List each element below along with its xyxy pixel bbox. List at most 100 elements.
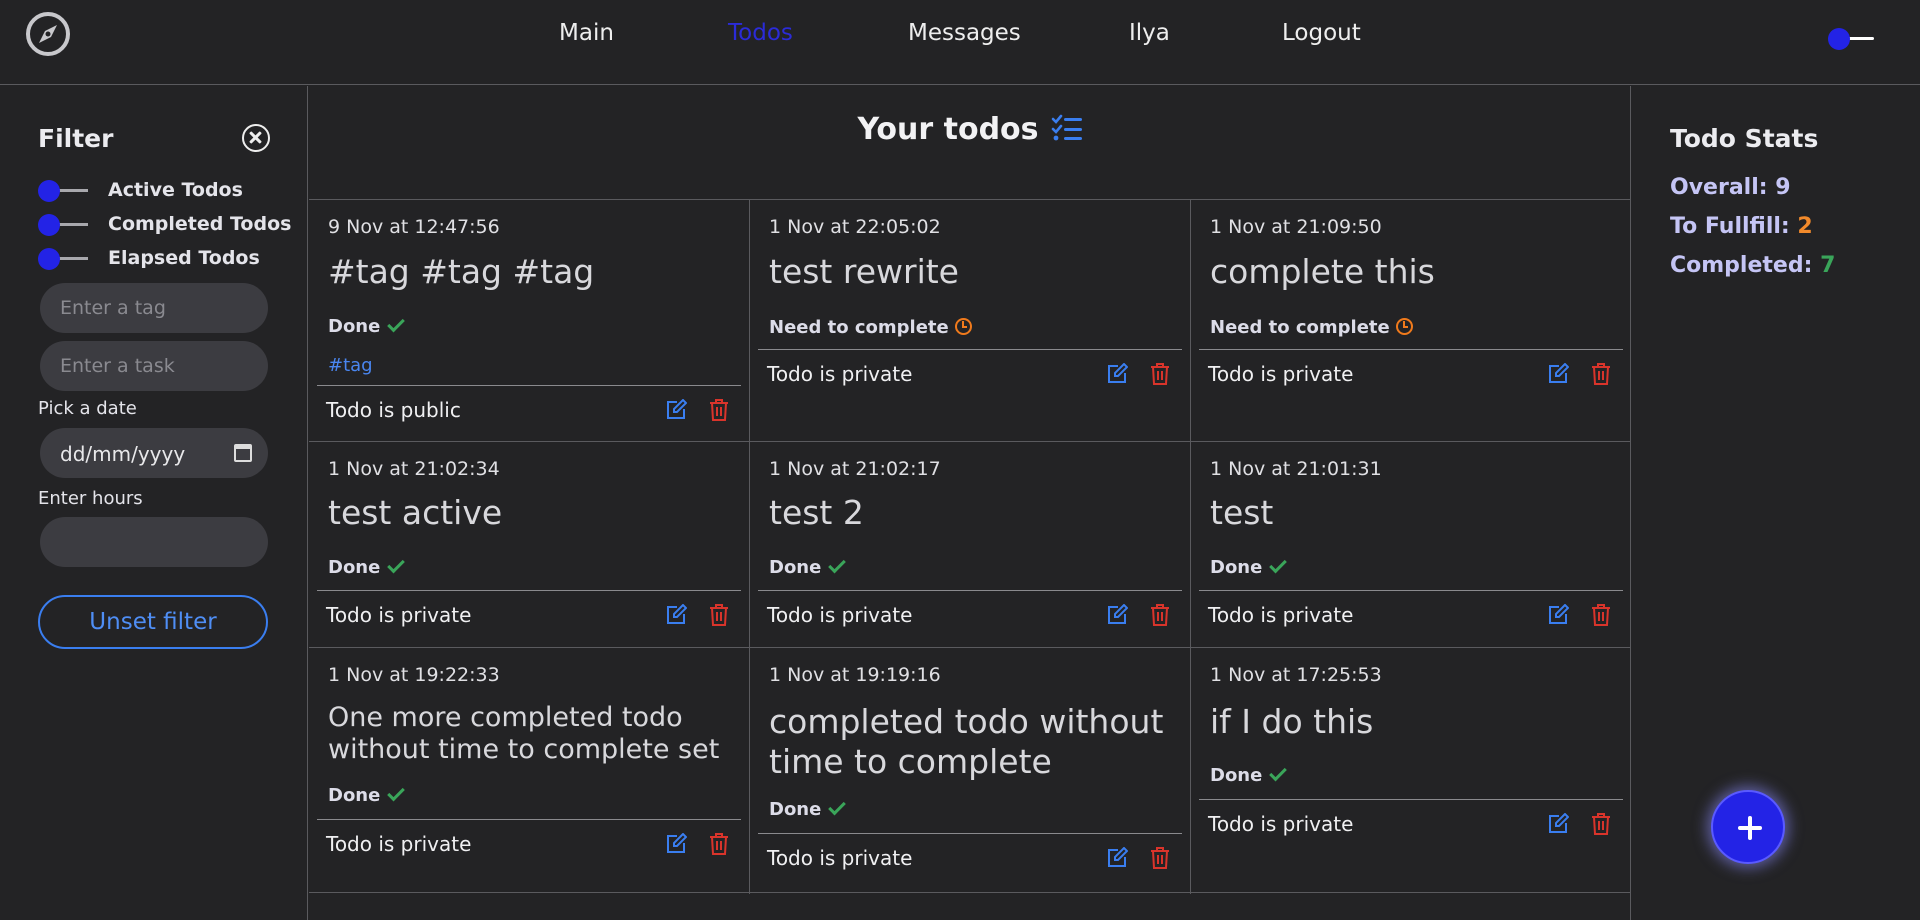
todo-status: Done — [769, 555, 847, 578]
add-todo-button[interactable] — [1711, 790, 1785, 864]
checklist-icon — [1051, 114, 1082, 140]
card-divider — [317, 590, 741, 591]
trash-icon[interactable] — [1150, 847, 1170, 869]
check-icon — [828, 797, 847, 816]
date-input-value: dd/mm/yyyy — [60, 442, 186, 466]
main-nav: Main Todos Messages Ilya Logout — [0, 20, 1920, 50]
edit-icon[interactable] — [665, 833, 687, 855]
todo-date: 1 Nov at 21:09:50 — [1210, 216, 1382, 238]
toggle-switch[interactable] — [38, 180, 92, 202]
trash-icon[interactable] — [1591, 604, 1611, 626]
card-divider — [758, 833, 1182, 834]
hours-input[interactable] — [40, 517, 268, 567]
trash-icon[interactable] — [1150, 604, 1170, 626]
edit-icon[interactable] — [1547, 604, 1569, 626]
nav-user-profile[interactable]: Ilya — [1129, 20, 1170, 46]
date-label: Pick a date — [38, 398, 137, 419]
calendar-icon[interactable] — [234, 444, 252, 462]
todo-title: test 2 — [769, 493, 864, 532]
switch-label: Active Todos — [108, 179, 243, 201]
todo-privacy: Todo is private — [326, 832, 472, 856]
edit-icon[interactable] — [665, 604, 687, 626]
theme-toggle-knob — [1828, 28, 1850, 50]
todo-privacy: Todo is private — [767, 603, 913, 627]
trash-icon[interactable] — [709, 399, 729, 421]
stat-fulfill-label: To Fullfill: — [1670, 214, 1790, 239]
todo-status-text: Done — [769, 557, 822, 578]
filter-sidebar: Filter Active Todos Completed Todos Elap… — [0, 86, 308, 920]
todos-main: Your todos 9 Nov at 12:47:56 #tag #tag #… — [309, 86, 1631, 920]
check-icon — [387, 314, 406, 333]
stat-completed-label: Completed: — [1670, 253, 1813, 278]
edit-icon[interactable] — [665, 399, 687, 421]
top-navbar: Main Todos Messages Ilya Logout — [0, 0, 1920, 85]
stat-overall-value: 9 — [1775, 175, 1791, 200]
todo-date: 1 Nov at 19:19:16 — [769, 664, 941, 686]
edit-icon[interactable] — [1106, 604, 1128, 626]
todo-date: 1 Nov at 17:25:53 — [1210, 664, 1382, 686]
todo-card[interactable]: 9 Nov at 12:47:56 #tag #tag #tag Done #t… — [309, 200, 750, 442]
stat-fulfill-value: 2 — [1797, 214, 1813, 239]
todo-card[interactable]: 1 Nov at 21:02:34 test active Done Todo … — [309, 442, 750, 648]
unset-filter-button[interactable]: Unset filter — [38, 595, 268, 649]
trash-icon[interactable] — [1591, 813, 1611, 835]
card-divider — [317, 385, 741, 386]
nav-todos[interactable]: Todos — [728, 20, 793, 46]
trash-icon[interactable] — [709, 604, 729, 626]
todo-title: test active — [328, 493, 503, 532]
edit-icon[interactable] — [1547, 813, 1569, 835]
todo-card[interactable]: 1 Nov at 19:19:16 completed todo without… — [750, 648, 1191, 894]
todo-title: complete this — [1210, 252, 1435, 291]
nav-main[interactable]: Main — [559, 20, 614, 46]
edit-icon[interactable] — [1106, 847, 1128, 869]
todo-status: Done — [328, 783, 406, 806]
trash-icon[interactable] — [1150, 363, 1170, 385]
todo-title: test — [1210, 493, 1274, 532]
date-input[interactable]: dd/mm/yyyy — [40, 428, 268, 478]
stats-title: Todo Stats — [1670, 124, 1819, 153]
close-filter-icon[interactable] — [242, 124, 270, 152]
edit-icon[interactable] — [1547, 363, 1569, 385]
check-icon — [828, 555, 847, 574]
todo-status-text: Done — [769, 799, 822, 820]
todo-card[interactable]: 1 Nov at 22:05:02 test rewrite Need to c… — [750, 200, 1191, 442]
todo-privacy: Todo is private — [1208, 362, 1354, 386]
todo-card[interactable]: 1 Nov at 17:25:53 if I do this Done Todo… — [1191, 648, 1631, 894]
todo-card[interactable]: 1 Nov at 21:09:50 complete this Need to … — [1191, 200, 1631, 442]
todo-date: 1 Nov at 22:05:02 — [769, 216, 941, 238]
todo-privacy: Todo is private — [767, 362, 913, 386]
switch-label: Elapsed Todos — [108, 247, 260, 269]
theme-toggle[interactable] — [1828, 27, 1884, 51]
stat-overall: Overall: 9 — [1670, 175, 1791, 200]
stat-to-fulfill: To Fullfill: 2 — [1670, 214, 1813, 239]
toggle-switch[interactable] — [38, 248, 92, 270]
todo-privacy: Todo is private — [1208, 812, 1354, 836]
todo-date: 1 Nov at 19:22:33 — [328, 664, 500, 686]
todo-status: Done — [769, 797, 847, 820]
todo-card[interactable]: 1 Nov at 21:02:17 test 2 Done Todo is pr… — [750, 442, 1191, 648]
task-input[interactable] — [40, 341, 268, 391]
edit-icon[interactable] — [1106, 363, 1128, 385]
todo-tag-link[interactable]: #tag — [328, 355, 373, 376]
trash-icon[interactable] — [709, 833, 729, 855]
switch-completed-todos[interactable]: Completed Todos — [38, 212, 298, 238]
todo-title: if I do this — [1210, 702, 1374, 741]
todo-date: 1 Nov at 21:02:17 — [769, 458, 941, 480]
switch-elapsed-todos[interactable]: Elapsed Todos — [38, 246, 298, 272]
card-divider — [317, 819, 741, 820]
switch-active-todos[interactable]: Active Todos — [38, 178, 298, 204]
check-icon — [1269, 555, 1288, 574]
todo-date: 1 Nov at 21:01:31 — [1210, 458, 1382, 480]
card-divider — [1199, 590, 1623, 591]
todo-title: completed todo without time to complete — [769, 702, 1164, 781]
todo-grid: 9 Nov at 12:47:56 #tag #tag #tag Done #t… — [309, 199, 1631, 894]
toggle-switch[interactable] — [38, 214, 92, 236]
nav-logout[interactable]: Logout — [1282, 20, 1361, 46]
nav-messages[interactable]: Messages — [908, 20, 1021, 46]
card-divider — [758, 349, 1182, 350]
tag-input[interactable] — [40, 283, 268, 333]
trash-icon[interactable] — [1591, 363, 1611, 385]
todo-card[interactable]: 1 Nov at 19:22:33 One more completed tod… — [309, 648, 750, 894]
todo-card[interactable]: 1 Nov at 21:01:31 test Done Todo is priv… — [1191, 442, 1631, 648]
todo-status-text: Done — [328, 316, 381, 337]
